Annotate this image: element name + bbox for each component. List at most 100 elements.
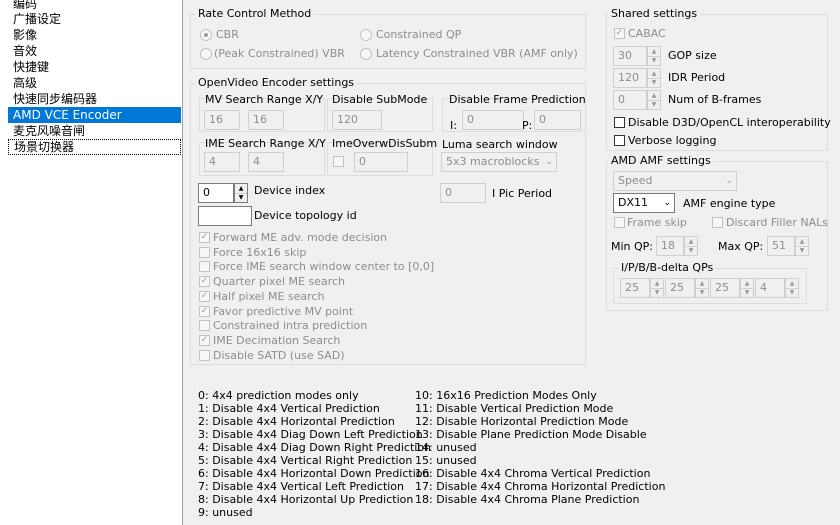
- sidebar-item-noise-gate[interactable]: 麦克风噪音闸: [13, 123, 85, 139]
- disable-submode-field[interactable]: 120: [332, 110, 382, 130]
- delta-qps-title: I/P/B/B-delta QPs: [618, 261, 717, 274]
- sidebar-item-hotkeys[interactable]: 快捷键: [13, 59, 49, 75]
- rate-cbr-label: CBR: [216, 28, 239, 41]
- verbose-logging-checkbox[interactable]: [614, 135, 625, 146]
- spin-down-icon[interactable]: ▼: [786, 288, 798, 297]
- delta-qp-p-field[interactable]: 25: [665, 278, 695, 298]
- device-index-label: Device index: [254, 184, 326, 197]
- rate-constrained-qp-label: Constrained QP: [376, 28, 462, 41]
- rate-cbr-radio[interactable]: [200, 29, 212, 41]
- openvideo-option-checkbox[interactable]: ✓: [199, 334, 210, 346]
- spin-down-icon[interactable]: ▼: [651, 288, 663, 297]
- min-qp-spinner[interactable]: ▲ ▼: [684, 236, 698, 256]
- disable-submode-label: Disable SubMode: [332, 93, 428, 106]
- sidebar-item-amd-vce[interactable]: AMD VCE Encoder: [8, 107, 181, 123]
- prediction-modes-left: 0: 4x4 prediction modes only 1: Disable 4…: [198, 389, 431, 519]
- sidebar-item-audio[interactable]: 音效: [13, 43, 37, 59]
- openvideo-option-checkbox[interactable]: [199, 320, 210, 332]
- prediction-mode-line: 3: Disable 4x4 Diag Down Left Prediction: [198, 428, 423, 441]
- disable-d3d-label: Disable D3D/OpenCL interoperability: [628, 116, 831, 129]
- gop-size-field[interactable]: 30: [613, 46, 647, 66]
- frame-skip-label: Frame skip: [627, 216, 687, 229]
- spin-down-icon[interactable]: ▼: [796, 246, 808, 255]
- idr-period-spinner[interactable]: ▲ ▼: [647, 68, 661, 88]
- amf-engine-value: DX11: [618, 196, 649, 209]
- sidebar-item-video[interactable]: 影像: [13, 27, 37, 43]
- spin-down-icon[interactable]: ▼: [685, 246, 697, 255]
- max-qp-field[interactable]: 51: [767, 236, 795, 256]
- ime-search-x-field[interactable]: 4: [204, 152, 240, 172]
- device-topology-label: Device topology id: [254, 209, 357, 222]
- discard-filler-checkbox[interactable]: [712, 217, 723, 228]
- chevron-down-icon: ⌄: [545, 157, 553, 167]
- rate-peak-vbr-radio[interactable]: [200, 48, 212, 60]
- delta-qp-b-field[interactable]: 25: [710, 278, 740, 298]
- delta-qp-bdelta-spinner[interactable]: ▲ ▼: [785, 278, 799, 298]
- delta-qp-i-spinner[interactable]: ▲ ▼: [650, 278, 664, 298]
- prediction-mode-line: 13: Disable Plane Prediction Mode Disabl…: [415, 428, 647, 441]
- spin-down-icon[interactable]: ▼: [235, 193, 247, 202]
- sidebar-item-advanced[interactable]: 高级: [13, 75, 37, 91]
- frame-pred-i-field[interactable]: 0: [462, 110, 524, 130]
- idr-period-field[interactable]: 120: [613, 68, 647, 88]
- device-topology-field[interactable]: [198, 206, 252, 226]
- openvideo-option-checkbox[interactable]: ✓: [199, 305, 210, 317]
- ime-overw-checkbox[interactable]: [333, 156, 344, 167]
- frame-pred-p-field[interactable]: 0: [534, 110, 581, 130]
- rate-latency-vbr-label: Latency Constrained VBR (AMF only): [376, 47, 578, 60]
- delta-qp-b-spinner[interactable]: ▲ ▼: [740, 278, 754, 298]
- discard-filler-label: Discard Filler NALs: [726, 216, 828, 229]
- ime-search-y-field[interactable]: 4: [248, 152, 284, 172]
- delta-qp-i-field[interactable]: 25: [620, 278, 650, 298]
- openvideo-option-checkbox[interactable]: [199, 246, 210, 258]
- mv-search-x-field[interactable]: 16: [204, 110, 240, 130]
- openvideo-option-checkbox[interactable]: [199, 261, 210, 273]
- ipic-period-label: I Pic Period: [492, 187, 553, 200]
- bframes-field[interactable]: 0: [613, 90, 647, 110]
- openvideo-option-checkbox[interactable]: ✓: [199, 290, 210, 302]
- settings-category-list[interactable]: 编码 广播设定 影像 音效 快捷键 高级 快速同步编码器 AMD VCE Enc…: [0, 0, 183, 525]
- spin-down-icon[interactable]: ▼: [648, 56, 660, 65]
- cabac-label: CABAC: [628, 27, 666, 40]
- sidebar-item-quicksync[interactable]: 快速同步编码器: [13, 91, 97, 107]
- prediction-mode-line: 18: Disable 4x4 Chroma Plane Prediction: [415, 493, 640, 506]
- spin-down-icon[interactable]: ▼: [696, 288, 708, 297]
- rate-peak-vbr-label: (Peak Constrained) VBR: [214, 47, 345, 60]
- prediction-mode-line: 17: Disable 4x4 Chroma Horizontal Predic…: [415, 480, 666, 493]
- delta-qp-bdelta-field[interactable]: 4: [755, 278, 785, 298]
- openvideo-option-checkbox[interactable]: ✓: [199, 232, 210, 243]
- frame-pred-p-label: P:: [522, 119, 533, 132]
- device-index-spinner[interactable]: ▲ ▼: [234, 183, 248, 203]
- gop-size-spinner[interactable]: ▲ ▼: [647, 46, 661, 66]
- openvideo-option-checkbox[interactable]: ✓: [199, 276, 210, 288]
- disable-d3d-checkbox[interactable]: [614, 117, 625, 128]
- amf-preset-select[interactable]: Speed ⌄: [613, 171, 737, 191]
- frame-pred-i-label: I:: [450, 119, 457, 132]
- mv-search-y-field[interactable]: 16: [248, 110, 284, 130]
- min-qp-field[interactable]: 18: [656, 236, 684, 256]
- max-qp-spinner[interactable]: ▲ ▼: [795, 236, 809, 256]
- rate-control-group: [190, 14, 586, 69]
- openvideo-option-checkbox[interactable]: [199, 349, 210, 361]
- device-index-field[interactable]: 0: [198, 183, 234, 203]
- rate-latency-vbr-radio[interactable]: [360, 48, 372, 60]
- spin-down-icon[interactable]: ▼: [741, 288, 753, 297]
- mv-search-label: MV Search Range X/Y: [205, 93, 324, 106]
- ipic-period-field[interactable]: 0: [440, 183, 486, 203]
- bframes-spinner[interactable]: ▲ ▼: [647, 90, 661, 110]
- sidebar-item-broadcast[interactable]: 广播设定: [13, 11, 61, 27]
- spin-down-icon[interactable]: ▼: [648, 78, 660, 87]
- luma-search-select[interactable]: 5x3 macroblocks ⌄: [441, 152, 557, 172]
- ime-overw-field[interactable]: 0: [354, 152, 408, 172]
- gop-size-label: GOP size: [668, 49, 717, 62]
- cabac-checkbox[interactable]: ✓: [614, 28, 625, 39]
- bframes-label: Num of B-frames: [668, 93, 762, 106]
- sidebar-item-scene-switcher[interactable]: 场景切换器: [8, 139, 181, 155]
- idr-period-label: IDR Period: [668, 71, 726, 84]
- delta-qp-p-spinner[interactable]: ▲ ▼: [695, 278, 709, 298]
- frame-skip-checkbox[interactable]: [614, 217, 625, 228]
- spin-down-icon[interactable]: ▼: [648, 100, 660, 109]
- rate-constrained-qp-radio[interactable]: [360, 29, 372, 41]
- prediction-mode-line: 5: Disable 4x4 Vertical Right Prediction: [198, 454, 413, 467]
- amf-engine-select[interactable]: DX11 ⌄: [613, 193, 675, 213]
